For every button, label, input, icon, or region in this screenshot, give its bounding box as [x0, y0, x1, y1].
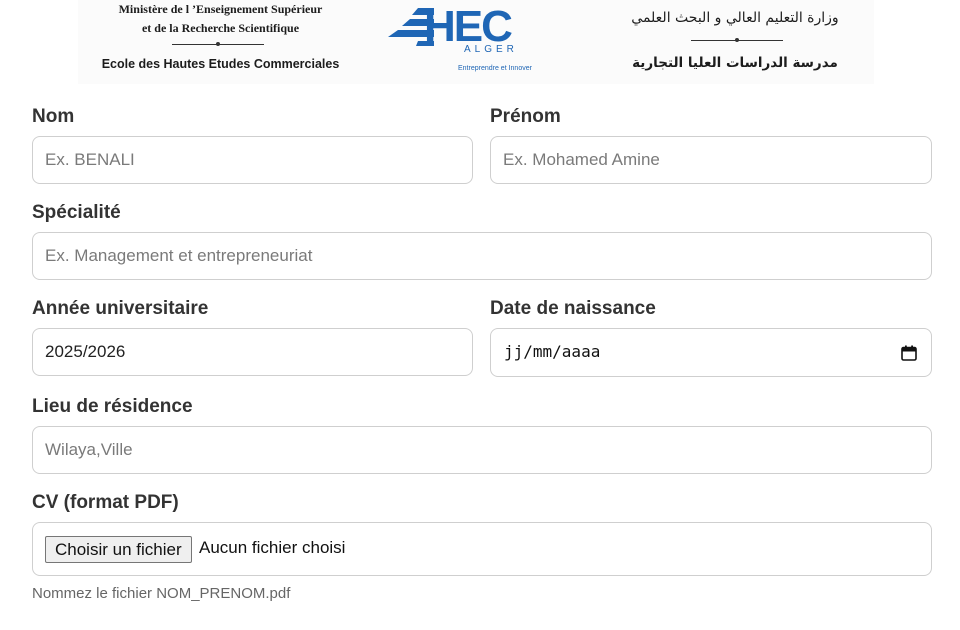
ministry-line-2: et de la Recherche Scientifique	[141, 21, 300, 35]
cv-label: CV (format PDF)	[32, 492, 179, 513]
prenom-input[interactable]	[490, 136, 932, 184]
hec-logo: HEC ALGER Entreprendre et Innover	[388, 3, 558, 78]
naissance-label: Date de naissance	[490, 298, 656, 319]
annee-input[interactable]	[32, 328, 473, 376]
ministry-name-ar: وزارة التعليم العالي و البحث العلمي	[631, 10, 839, 26]
calendar-icon[interactable]	[901, 345, 917, 361]
ministry-line-1: Ministère de l ’Enseignement Supérieur	[118, 2, 323, 16]
specialite-label: Spécialité	[32, 202, 121, 223]
annee-label: Année universitaire	[32, 298, 209, 319]
specialite-input[interactable]	[32, 232, 932, 280]
field-naissance: Date de naissance jj/mm/aaaa	[490, 298, 932, 377]
school-name-fr: Ecole des Hautes Etudes Commerciales	[101, 57, 340, 71]
separator-fr	[172, 42, 264, 46]
choose-file-button[interactable]: Choisir un fichier	[45, 536, 192, 563]
field-annee: Année universitaire	[32, 298, 473, 376]
field-residence: Lieu de résidence	[32, 396, 932, 474]
file-status: Aucun fichier choisi	[199, 538, 346, 557]
logo-city: ALGER	[464, 44, 518, 55]
field-cv: CV (format PDF) Choisir un fichier Aucun…	[32, 492, 932, 576]
separator-ar	[691, 38, 783, 42]
field-nom: Nom	[32, 106, 473, 184]
field-specialite: Spécialité	[32, 202, 932, 280]
nom-label: Nom	[32, 106, 75, 127]
ministry-name-fr: Ministère de l ’Enseignement Supérieur e…	[78, 0, 363, 38]
date-placeholder: jj/mm/aaaa	[504, 342, 601, 361]
cv-file-input[interactable]: Choisir un fichier Aucun fichier choisi	[32, 522, 932, 576]
field-prenom: Prénom	[490, 106, 932, 184]
cv-hint: Nommez le fichier NOM_PRENOM.pdf	[32, 585, 291, 602]
residence-input[interactable]	[32, 426, 932, 474]
date-input[interactable]: jj/mm/aaaa	[490, 328, 932, 377]
logo-tagline: Entreprendre et Innover	[458, 65, 532, 72]
nom-input[interactable]	[32, 136, 473, 184]
school-name-ar: مدرسة الدراسات العليا التجارية	[632, 55, 838, 71]
header-banner: Ministère de l ’Enseignement Supérieur e…	[78, 0, 874, 84]
prenom-label: Prénom	[490, 106, 561, 127]
residence-label: Lieu de résidence	[32, 396, 193, 417]
